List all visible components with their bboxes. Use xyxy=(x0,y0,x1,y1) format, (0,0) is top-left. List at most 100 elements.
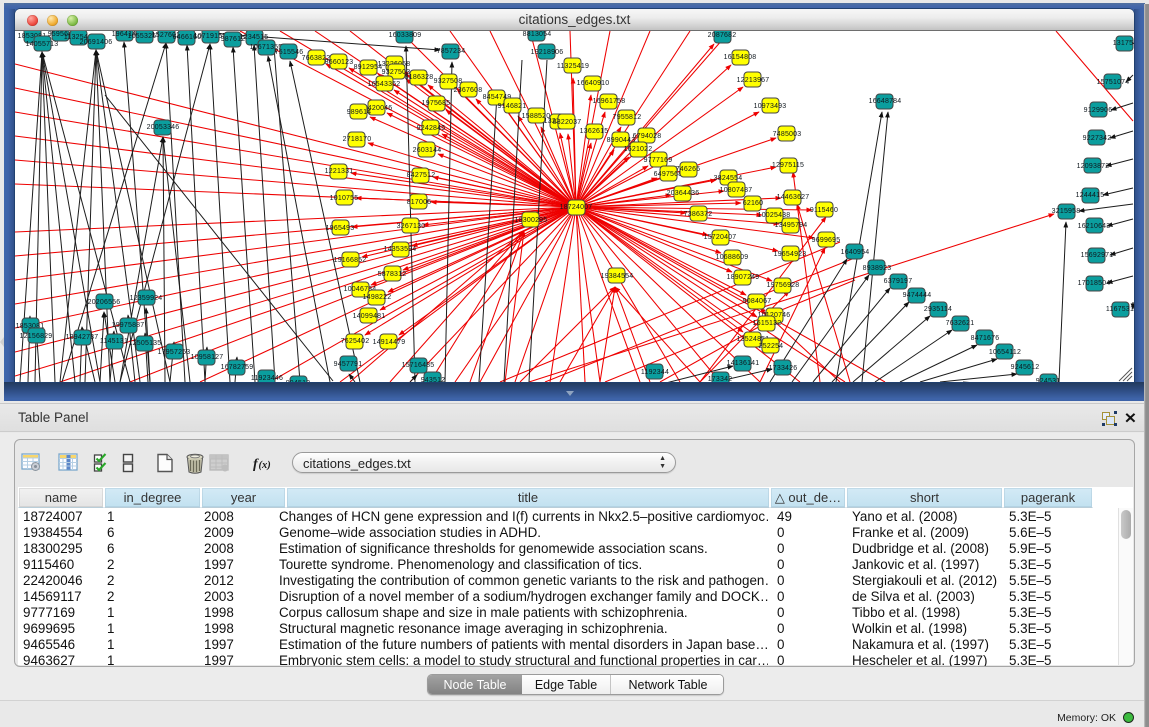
svg-text:1244415: 1244415 xyxy=(1076,192,1105,199)
svg-text:14463627: 14463627 xyxy=(777,194,810,201)
svg-text:14099481: 14099481 xyxy=(353,313,386,320)
svg-text:10688609: 10688609 xyxy=(716,254,749,261)
svg-text:9777169: 9777169 xyxy=(644,157,673,164)
svg-text:16961758: 16961758 xyxy=(593,98,626,105)
svg-text:14136141: 14136141 xyxy=(727,360,760,367)
svg-text:8938923: 8938923 xyxy=(863,265,892,272)
svg-text:7632621: 7632621 xyxy=(946,320,975,327)
svg-text:16210643: 16210643 xyxy=(1078,223,1111,230)
svg-text:12093872: 12093872 xyxy=(1077,163,1110,170)
svg-text:14353594: 14353594 xyxy=(384,246,417,253)
svg-text:7955812: 7955812 xyxy=(613,114,642,121)
svg-text:11325419: 11325419 xyxy=(557,63,589,70)
svg-text:19384554: 19384554 xyxy=(601,273,634,280)
svg-text:9084067: 9084067 xyxy=(743,298,772,305)
svg-text:1975685: 1975685 xyxy=(422,100,451,107)
svg-text:18907249: 18907249 xyxy=(727,274,760,281)
svg-text:1615132: 1615132 xyxy=(753,320,782,327)
svg-text:131754: 131754 xyxy=(1113,40,1134,47)
svg-text:3267130: 3267130 xyxy=(397,223,426,230)
svg-text:16154808: 16154808 xyxy=(724,54,757,61)
svg-text:15716485: 15716485 xyxy=(402,362,435,369)
svg-text:173342: 173342 xyxy=(708,376,733,382)
svg-text:9115460: 9115460 xyxy=(810,207,838,214)
svg-text:10973493: 10973493 xyxy=(754,103,787,110)
svg-text:20206556: 20206556 xyxy=(88,299,121,306)
svg-text:1221331: 1221331 xyxy=(325,168,354,175)
svg-text:7857234: 7857234 xyxy=(437,48,466,55)
svg-text:10958127: 10958127 xyxy=(191,354,224,361)
svg-text:17018504: 17018504 xyxy=(1078,280,1111,287)
svg-text:5878312: 5878312 xyxy=(378,271,407,278)
svg-text:12505135: 12505135 xyxy=(129,340,162,347)
svg-text:7386372: 7386372 xyxy=(684,211,713,218)
svg-text:8813054: 8813054 xyxy=(523,31,552,38)
svg-text:18300295: 18300295 xyxy=(515,217,548,224)
svg-text:2935114: 2935114 xyxy=(924,306,952,313)
svg-text:1733426: 1733426 xyxy=(769,365,798,372)
svg-text:1192344: 1192344 xyxy=(641,369,669,376)
svg-text:1498222: 1498222 xyxy=(363,294,392,301)
svg-text:1621022: 1621022 xyxy=(624,146,653,153)
svg-text:252254: 252254 xyxy=(759,343,784,350)
svg-text:3824554: 3824554 xyxy=(714,175,743,182)
svg-text:14914479: 14914479 xyxy=(373,339,406,346)
svg-text:6794028: 6794028 xyxy=(633,133,662,140)
svg-text:7625402: 7625402 xyxy=(341,338,370,345)
svg-text:20053346: 20053346 xyxy=(147,124,180,131)
svg-text:943512: 943512 xyxy=(421,377,446,382)
svg-text:6379197: 6379197 xyxy=(884,278,913,285)
svg-text:19166852: 19166852 xyxy=(334,257,367,264)
svg-text:9457791: 9457791 xyxy=(334,361,363,368)
svg-text:8660123: 8660123 xyxy=(325,59,354,66)
svg-text:9474444: 9474444 xyxy=(903,292,932,299)
svg-text:(x): (x) xyxy=(259,460,271,471)
svg-text:8186328: 8186328 xyxy=(405,74,434,81)
svg-text:3215958: 3215958 xyxy=(1052,208,1081,215)
svg-text:9699695: 9699695 xyxy=(812,237,841,244)
svg-text:16033809: 16033809 xyxy=(389,32,422,39)
svg-text:15692971: 15692971 xyxy=(1081,252,1114,259)
svg-text:1640954: 1640954 xyxy=(841,249,870,256)
svg-text:12156829: 12156829 xyxy=(20,333,53,340)
svg-text:19975887: 19975887 xyxy=(112,322,145,329)
svg-text:8471676: 8471676 xyxy=(971,335,1000,342)
svg-text:14055713: 14055713 xyxy=(26,41,59,48)
svg-text:1010755: 1010755 xyxy=(330,195,359,202)
svg-text:8322037: 8322037 xyxy=(553,119,582,126)
svg-text:62160: 62160 xyxy=(743,200,763,207)
svg-text:1145131: 1145131 xyxy=(100,338,128,345)
svg-text:11923446: 11923446 xyxy=(251,375,283,382)
svg-text:15751074: 15751074 xyxy=(1097,79,1130,86)
svg-text:1362615: 1362615 xyxy=(580,128,609,135)
svg-text:2087682: 2087682 xyxy=(708,32,737,39)
svg-text:7485003: 7485003 xyxy=(773,131,802,138)
svg-text:13942737: 13942737 xyxy=(66,334,99,341)
svg-text:924531: 924531 xyxy=(1036,378,1061,382)
svg-text:15720407: 15720407 xyxy=(704,234,737,241)
svg-text:19756928: 19756928 xyxy=(767,282,800,289)
svg-text:9327508: 9327508 xyxy=(434,78,463,85)
svg-text:2718170: 2718170 xyxy=(343,136,372,143)
svg-text:746266: 746266 xyxy=(676,166,701,173)
svg-text:817006: 817006 xyxy=(407,199,432,206)
svg-text:16648784: 16648784 xyxy=(869,98,902,105)
svg-text:19218906: 19218906 xyxy=(531,49,564,56)
svg-text:16543362: 16543362 xyxy=(368,81,401,88)
svg-text:12359924: 12359924 xyxy=(130,295,163,302)
svg-text:989614: 989614 xyxy=(347,109,372,116)
svg-text:12975115: 12975115 xyxy=(772,162,804,169)
svg-text:18724007: 18724007 xyxy=(560,204,593,211)
svg-text:1965493: 1965493 xyxy=(326,225,355,232)
svg-text:13495794: 13495794 xyxy=(775,222,808,229)
svg-text:20364436: 20364436 xyxy=(667,190,700,197)
svg-text:19654923: 19654923 xyxy=(774,251,807,258)
svg-text:10654112: 10654112 xyxy=(989,349,1021,356)
svg-text:9227342: 9227342 xyxy=(1083,135,1112,142)
svg-text:9146821: 9146821 xyxy=(498,103,527,110)
svg-text:9242845: 9242845 xyxy=(417,125,446,132)
svg-text:7515546: 7515546 xyxy=(275,49,304,56)
svg-text:16782759: 16782759 xyxy=(221,364,254,371)
svg-text:9245612: 9245612 xyxy=(1011,364,1040,371)
svg-text:2603144: 2603144 xyxy=(413,147,442,154)
